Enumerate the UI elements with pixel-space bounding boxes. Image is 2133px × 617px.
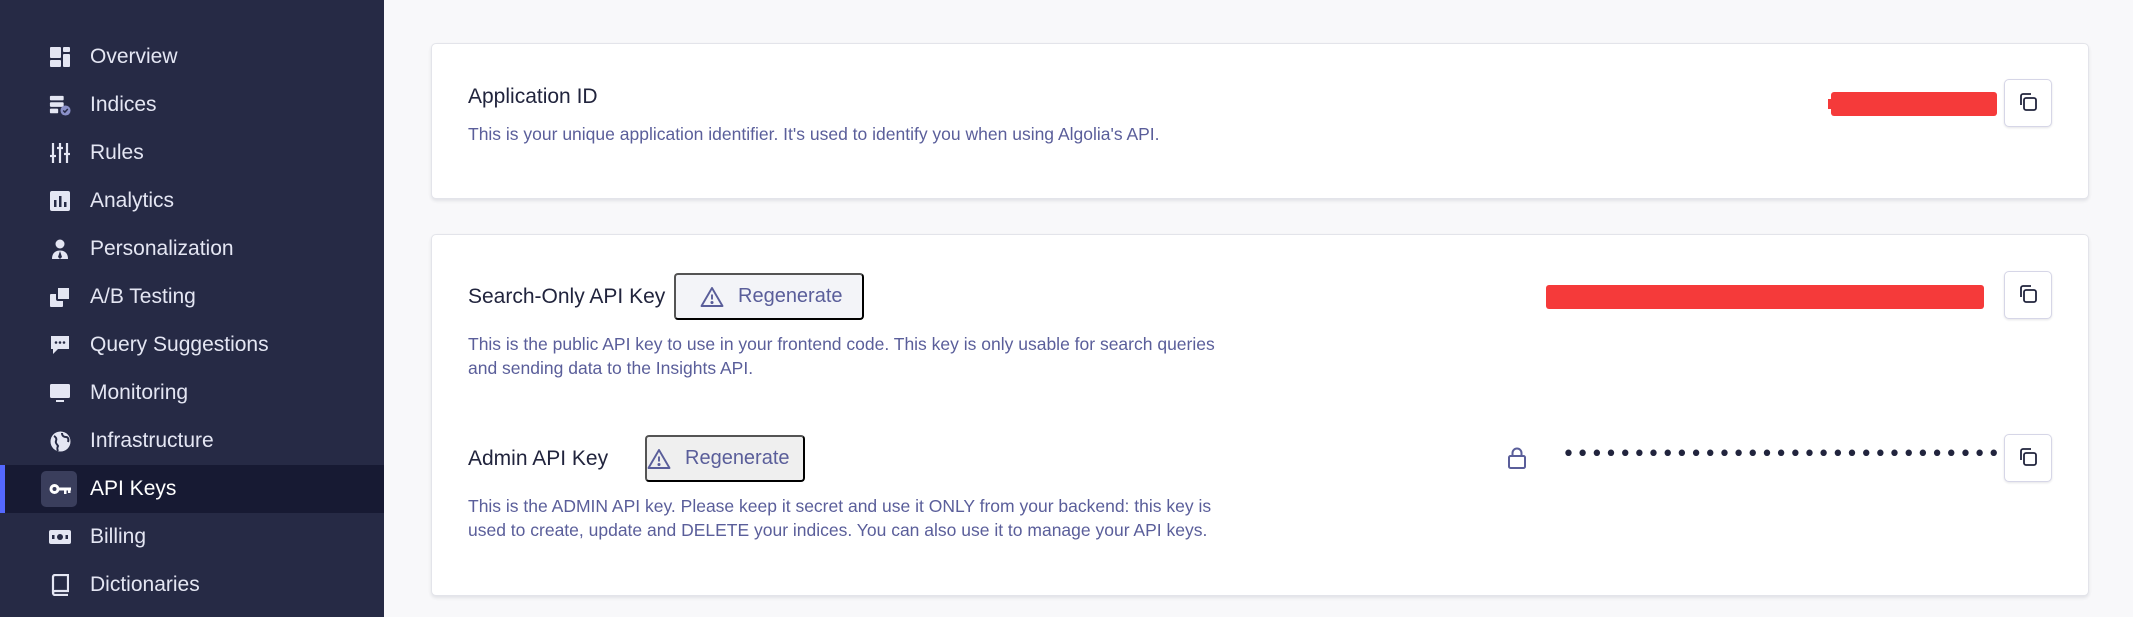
sidebar-item-label: API Keys bbox=[90, 477, 177, 500]
lock-icon[interactable] bbox=[1506, 446, 1528, 470]
indices-icon bbox=[49, 94, 71, 116]
sidebar-item-api-keys[interactable]: API Keys bbox=[0, 465, 384, 513]
application-id-title: Application ID bbox=[468, 85, 598, 108]
copy-icon bbox=[2017, 91, 2039, 116]
sidebar-item-monitoring[interactable]: Monitoring bbox=[0, 369, 384, 417]
billing-icon bbox=[49, 526, 71, 548]
sidebar-item-label: Dictionaries bbox=[90, 573, 200, 596]
sidebar-item-overview[interactable]: Overview bbox=[0, 33, 384, 81]
sidebar-item-label: Query Suggestions bbox=[90, 333, 269, 356]
sidebar-item-analytics[interactable]: Analytics bbox=[0, 177, 384, 225]
redacted-search-key bbox=[1546, 285, 1984, 309]
analytics-icon bbox=[49, 190, 71, 212]
search-key-description-line-1: This is the public API key to use in you… bbox=[468, 334, 1215, 354]
sidebar-item-rules[interactable]: Rules bbox=[0, 129, 384, 177]
monitoring-icon bbox=[49, 382, 71, 404]
rules-icon bbox=[49, 142, 71, 164]
search-key-description-line-2: and sending data to the Insights API. bbox=[468, 358, 754, 378]
copy-icon bbox=[2017, 446, 2039, 471]
sidebar-item-label: A/B Testing bbox=[90, 285, 196, 308]
sidebar-item-label: Overview bbox=[90, 45, 178, 68]
copy-search-key-button[interactable] bbox=[2004, 271, 2052, 319]
sidebar-item-label: Billing bbox=[90, 525, 147, 548]
sidebar-item-label: Monitoring bbox=[90, 381, 189, 404]
ab-testing-icon bbox=[49, 286, 71, 308]
copy-application-id-button[interactable] bbox=[2004, 79, 2052, 127]
sidebar-item-label: Infrastructure bbox=[90, 429, 214, 452]
sidebar-item-label: Indices bbox=[90, 93, 157, 116]
sidebar-item-label: Rules bbox=[90, 141, 144, 164]
admin-key-description-line-1: This is the ADMIN API key. Please keep i… bbox=[468, 496, 1212, 516]
sidebar-item-label: Analytics bbox=[90, 189, 175, 212]
warning-icon bbox=[647, 448, 671, 470]
sidebar-item-billing[interactable]: Billing bbox=[0, 513, 384, 561]
copy-icon bbox=[2017, 283, 2039, 308]
sidebar: Overview Indices Rules Analytics Persona… bbox=[0, 0, 384, 617]
admin-key-description-line-2: used to create, update and DELETE your i… bbox=[468, 520, 1208, 540]
sidebar-item-infrastructure[interactable]: Infrastructure bbox=[0, 417, 384, 465]
api-keys-card: Search-Only API Key Regenerate This is t… bbox=[431, 234, 2089, 596]
regenerate-label: Regenerate bbox=[738, 285, 843, 307]
infrastructure-icon bbox=[49, 430, 71, 452]
application-id-card: Application ID This is your unique appli… bbox=[431, 43, 2089, 199]
regenerate-label: Regenerate bbox=[685, 447, 790, 469]
personalization-icon bbox=[49, 238, 71, 260]
regenerate-search-key-button[interactable]: Regenerate bbox=[674, 273, 864, 320]
regenerate-admin-key-button[interactable]: Regenerate bbox=[645, 435, 805, 482]
copy-admin-key-button[interactable] bbox=[2004, 434, 2052, 482]
redacted-application-id bbox=[1831, 92, 1997, 116]
dictionaries-icon bbox=[49, 574, 71, 596]
search-only-key-title: Search-Only API Key bbox=[468, 285, 666, 308]
sidebar-item-indices[interactable]: Indices bbox=[0, 81, 384, 129]
sidebar-item-query-suggestions[interactable]: Query Suggestions bbox=[0, 321, 384, 369]
overview-icon bbox=[49, 46, 71, 68]
redacted-application-id-edge bbox=[1828, 99, 1838, 109]
sidebar-item-label: Personalization bbox=[90, 237, 234, 260]
sidebar-item-ab-testing[interactable]: A/B Testing bbox=[0, 273, 384, 321]
admin-key-title: Admin API Key bbox=[468, 447, 609, 470]
query-suggestions-icon bbox=[49, 334, 71, 356]
sidebar-item-dictionaries[interactable]: Dictionaries bbox=[0, 561, 384, 609]
masked-admin-key: •••••••••••••••••••••••••••••••• bbox=[1562, 442, 2016, 467]
warning-icon bbox=[700, 286, 724, 308]
key-icon bbox=[49, 478, 71, 500]
sidebar-item-personalization[interactable]: Personalization bbox=[0, 225, 384, 273]
application-id-description: This is your unique application identifi… bbox=[468, 124, 1160, 144]
